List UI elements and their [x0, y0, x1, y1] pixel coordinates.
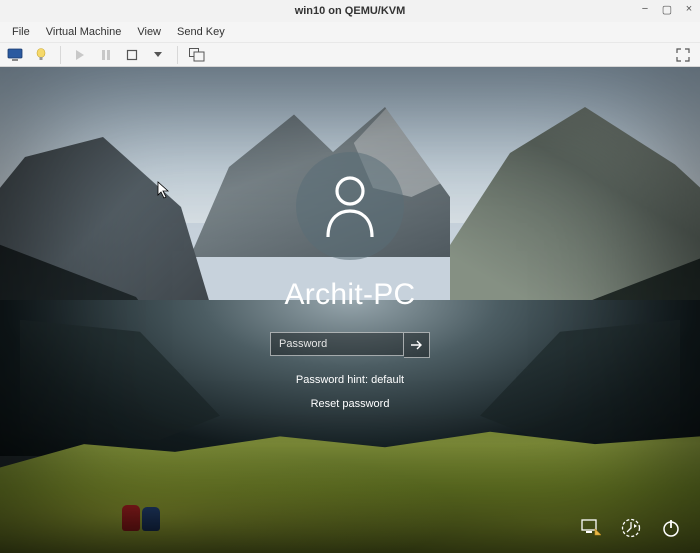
window-controls: − ▢ ×	[638, 2, 696, 16]
menu-file[interactable]: File	[4, 24, 38, 40]
ease-of-access-button[interactable]	[620, 517, 642, 539]
menu-virtual-machine[interactable]: Virtual Machine	[38, 24, 130, 40]
monitor-icon	[7, 48, 23, 62]
arrow-right-icon	[410, 339, 424, 351]
fullscreen-icon	[676, 48, 690, 62]
virt-manager-window: win10 on QEMU/KVM − ▢ × File Virtual Mac…	[0, 0, 700, 553]
run-button[interactable]	[69, 45, 91, 65]
window-title: win10 on QEMU/KVM	[295, 5, 406, 17]
power-button[interactable]	[660, 517, 682, 539]
chevron-down-icon	[154, 52, 162, 58]
network-icon	[581, 519, 601, 537]
toolbar-separator	[177, 46, 178, 64]
reset-password-link[interactable]: Reset password	[311, 398, 390, 410]
details-button[interactable]	[30, 45, 52, 65]
snapshots-button[interactable]	[186, 45, 208, 65]
login-bottom-icons	[580, 517, 682, 539]
stop-icon	[126, 49, 138, 61]
toolbar-separator	[60, 46, 61, 64]
ease-of-access-icon	[621, 518, 641, 538]
menu-send-key[interactable]: Send Key	[169, 24, 233, 40]
login-panel: Archit-PC Password hint: default Reset p…	[270, 152, 430, 410]
pause-icon	[101, 49, 111, 61]
console-button[interactable]	[4, 45, 26, 65]
fullscreen-button[interactable]	[672, 45, 694, 65]
titlebar: win10 on QEMU/KVM − ▢ ×	[0, 0, 700, 22]
password-row	[270, 332, 430, 358]
user-avatar	[296, 152, 404, 260]
close-button[interactable]: ×	[682, 2, 696, 16]
menu-view[interactable]: View	[129, 24, 169, 40]
play-icon	[75, 49, 85, 61]
toolbar	[0, 43, 700, 67]
minimize-button[interactable]: −	[638, 2, 652, 16]
shutdown-button[interactable]	[121, 45, 143, 65]
maximize-button[interactable]: ▢	[660, 2, 674, 16]
pause-button[interactable]	[95, 45, 117, 65]
username-label: Archit-PC	[284, 278, 415, 312]
password-input[interactable]	[270, 332, 404, 356]
vm-display[interactable]: Archit-PC Password hint: default Reset p…	[0, 67, 700, 553]
power-icon	[661, 518, 681, 538]
snapshot-icon	[189, 48, 205, 62]
network-button[interactable]	[580, 517, 602, 539]
user-icon	[322, 173, 378, 239]
submit-button[interactable]	[404, 332, 430, 358]
password-hint: Password hint: default	[296, 374, 404, 386]
menubar: File Virtual Machine View Send Key	[0, 22, 700, 43]
backpacks-decoration	[122, 499, 166, 531]
lightbulb-icon	[35, 48, 47, 62]
shutdown-dropdown[interactable]	[147, 45, 169, 65]
